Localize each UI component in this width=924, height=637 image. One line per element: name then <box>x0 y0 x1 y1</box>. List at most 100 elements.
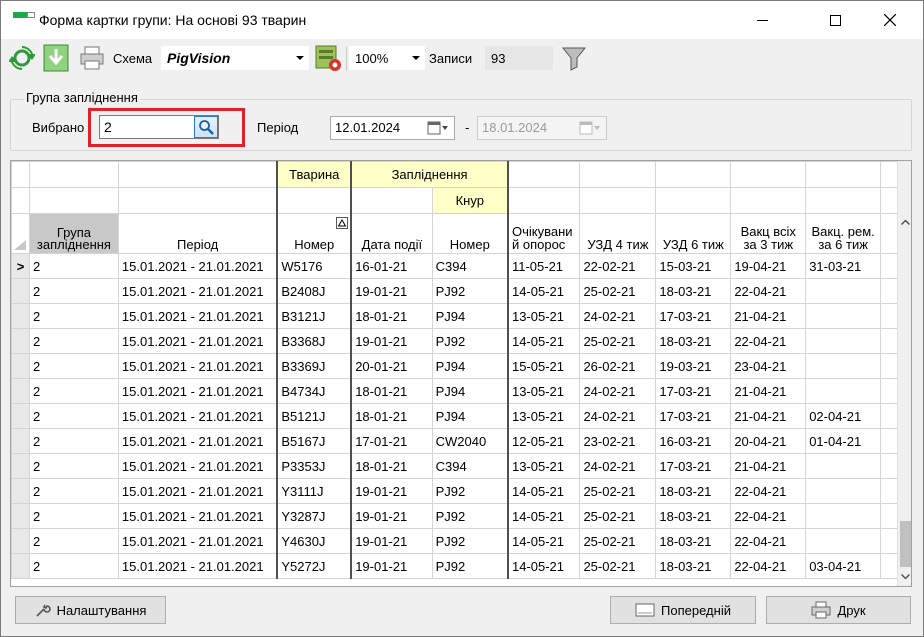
cell-ultrasound-4w[interactable]: 24-02-21 <box>579 303 657 329</box>
col-ultrasound-4w[interactable]: УЗД 4 тиж <box>579 213 657 254</box>
col-ultrasound-6w[interactable]: УЗД 6 тиж <box>655 213 732 254</box>
table-row[interactable]: 2 15.01.2021 - 21.01.2021 P3353J 18-01-21 C3… <box>11 453 911 479</box>
cell-expected-farrowing[interactable]: 15-05-21 <box>506 353 581 379</box>
col-vacc-all-3w[interactable]: Вакц всіх за 3 тиж <box>730 213 807 254</box>
cell-vacc-all-3w[interactable]: 22-04-21 <box>730 553 807 579</box>
cell-group[interactable]: 2 <box>28 478 119 504</box>
cell-vacc-rep-6w[interactable] <box>805 478 882 504</box>
row-selector[interactable] <box>11 478 30 504</box>
cell-boar-number[interactable]: PJ94 <box>431 403 509 429</box>
col-expected-farrowing[interactable]: Очікувани й опорос <box>506 213 581 254</box>
cell-vacc-all-3w[interactable]: 21-04-21 <box>730 403 807 429</box>
cell-group[interactable]: 2 <box>28 403 119 429</box>
row-selector[interactable] <box>11 403 30 429</box>
cell-period[interactable]: 15.01.2021 - 21.01.2021 <box>117 278 278 304</box>
row-selector[interactable] <box>11 428 30 454</box>
cell-vacc-rep-6w[interactable]: 31-03-21 <box>805 253 882 279</box>
cell-vacc-rep-6w[interactable] <box>805 528 882 554</box>
cell-vacc-rep-6w[interactable]: 01-04-21 <box>805 428 882 454</box>
cell-vacc-rep-6w[interactable] <box>805 453 882 479</box>
col-vacc-rep-6w[interactable]: Вакц. рем. за 6 тиж <box>805 213 882 254</box>
cell-group[interactable]: 2 <box>28 553 119 579</box>
cell-period[interactable]: 15.01.2021 - 21.01.2021 <box>117 403 278 429</box>
cell-ultrasound-6w[interactable]: 18-03-21 <box>655 503 732 529</box>
cell-animal-number[interactable]: B3121J <box>276 303 352 329</box>
cell-ultrasound-6w[interactable]: 17-03-21 <box>655 403 732 429</box>
scheme-select[interactable]: PigVision <box>161 46 309 70</box>
cell-animal-number[interactable]: B4734J <box>276 378 352 404</box>
cell-event-date[interactable]: 18-01-21 <box>350 303 433 329</box>
cell-ultrasound-6w[interactable]: 17-03-21 <box>655 453 732 479</box>
cell-group[interactable]: 2 <box>28 428 119 454</box>
table-row[interactable]: 2 15.01.2021 - 21.01.2021 B3369J 20-01-21 PJ… <box>11 353 911 379</box>
cell-expected-farrowing[interactable]: 14-05-21 <box>506 503 581 529</box>
cell-group[interactable]: 2 <box>28 453 119 479</box>
cell-boar-number[interactable]: PJ94 <box>431 378 509 404</box>
close-button[interactable] <box>867 1 913 39</box>
table-row[interactable]: 2 15.01.2021 - 21.01.2021 B4734J 18-01-21 PJ… <box>11 378 911 404</box>
cell-expected-farrowing[interactable]: 14-05-21 <box>506 553 581 579</box>
table-row[interactable]: 2 15.01.2021 - 21.01.2021 Y3287J 19-01-21 PJ… <box>11 503 911 529</box>
cell-animal-number[interactable]: B3368J <box>276 328 352 354</box>
cell-expected-farrowing[interactable]: 14-05-21 <box>506 478 581 504</box>
cell-period[interactable]: 15.01.2021 - 21.01.2021 <box>117 453 278 479</box>
cell-ultrasound-6w[interactable]: 18-03-21 <box>655 478 732 504</box>
cell-ultrasound-4w[interactable]: 24-02-21 <box>579 453 657 479</box>
table-row[interactable]: 2 15.01.2021 - 21.01.2021 Y3111J 19-01-21 PJ… <box>11 478 911 504</box>
cell-boar-number[interactable]: PJ92 <box>431 553 509 579</box>
col-event-date[interactable]: Дата події <box>350 213 433 254</box>
cell-ultrasound-6w[interactable]: 17-03-21 <box>655 378 732 404</box>
cell-boar-number[interactable]: PJ92 <box>431 478 509 504</box>
cell-vacc-rep-6w[interactable] <box>805 503 882 529</box>
maximize-button[interactable] <box>812 1 858 39</box>
cell-vacc-rep-6w[interactable]: 02-04-21 <box>805 403 882 429</box>
cell-vacc-all-3w[interactable]: 21-04-21 <box>730 453 807 479</box>
preview-button[interactable]: Попередній <box>610 596 756 624</box>
cell-vacc-all-3w[interactable]: 21-04-21 <box>730 378 807 404</box>
cell-boar-number[interactable]: PJ92 <box>431 278 509 304</box>
cell-expected-farrowing[interactable]: 14-05-21 <box>506 278 581 304</box>
cell-expected-farrowing[interactable]: 14-05-21 <box>506 528 581 554</box>
print-toolbar-button[interactable] <box>79 45 105 71</box>
cell-ultrasound-6w[interactable]: 17-03-21 <box>655 303 732 329</box>
cell-ultrasound-4w[interactable]: 25-02-21 <box>579 328 657 354</box>
cell-period[interactable]: 15.01.2021 - 21.01.2021 <box>117 503 278 529</box>
row-selector[interactable] <box>11 278 30 304</box>
cell-ultrasound-6w[interactable]: 18-03-21 <box>655 328 732 354</box>
col-group[interactable]: Група запліднення <box>28 213 119 254</box>
vertical-scrollbar[interactable] <box>897 161 911 586</box>
row-selector[interactable] <box>11 553 30 579</box>
cell-expected-farrowing[interactable]: 13-05-21 <box>506 378 581 404</box>
col-period[interactable]: Період <box>117 213 278 254</box>
cell-period[interactable]: 15.01.2021 - 21.01.2021 <box>117 478 278 504</box>
cell-boar-number[interactable]: C394 <box>431 253 509 279</box>
cell-animal-number[interactable]: Y4630J <box>276 528 352 554</box>
cell-boar-number[interactable]: PJ92 <box>431 528 509 554</box>
cell-ultrasound-6w[interactable]: 16-03-21 <box>655 428 732 454</box>
cell-event-date[interactable]: 19-01-21 <box>350 528 433 554</box>
cell-event-date[interactable]: 19-01-21 <box>350 553 433 579</box>
cell-event-date[interactable]: 19-01-21 <box>350 278 433 304</box>
cell-event-date[interactable]: 18-01-21 <box>350 453 433 479</box>
cell-vacc-rep-6w[interactable] <box>805 328 882 354</box>
cell-expected-farrowing[interactable]: 11-05-21 <box>506 253 581 279</box>
row-selector[interactable] <box>11 453 30 479</box>
cell-ultrasound-6w[interactable]: 19-03-21 <box>655 353 732 379</box>
cell-animal-number[interactable]: B5121J <box>276 403 352 429</box>
table-row[interactable]: 2 15.01.2021 - 21.01.2021 B5121J 18-01-21 PJ… <box>11 403 911 429</box>
cell-ultrasound-6w[interactable]: 18-03-21 <box>655 553 732 579</box>
cell-period[interactable]: 15.01.2021 - 21.01.2021 <box>117 303 278 329</box>
cell-vacc-rep-6w[interactable] <box>805 303 882 329</box>
cell-period[interactable]: 15.01.2021 - 21.01.2021 <box>117 553 278 579</box>
date-from-picker[interactable]: 12.01.2024 <box>330 116 455 140</box>
cell-event-date[interactable]: 20-01-21 <box>350 353 433 379</box>
cell-group[interactable]: 2 <box>28 303 119 329</box>
row-selector[interactable] <box>11 503 30 529</box>
cell-ultrasound-4w[interactable]: 23-02-21 <box>579 428 657 454</box>
cell-animal-number[interactable]: B5167J <box>276 428 352 454</box>
data-grid[interactable]: Тварина Запліднення Кнур Група запліднен… <box>10 160 912 587</box>
cell-ultrasound-6w[interactable]: 15-03-21 <box>655 253 732 279</box>
scroll-down-icon[interactable] <box>901 574 910 580</box>
cell-boar-number[interactable]: PJ92 <box>431 503 509 529</box>
cell-vacc-all-3w[interactable]: 21-04-21 <box>730 303 807 329</box>
